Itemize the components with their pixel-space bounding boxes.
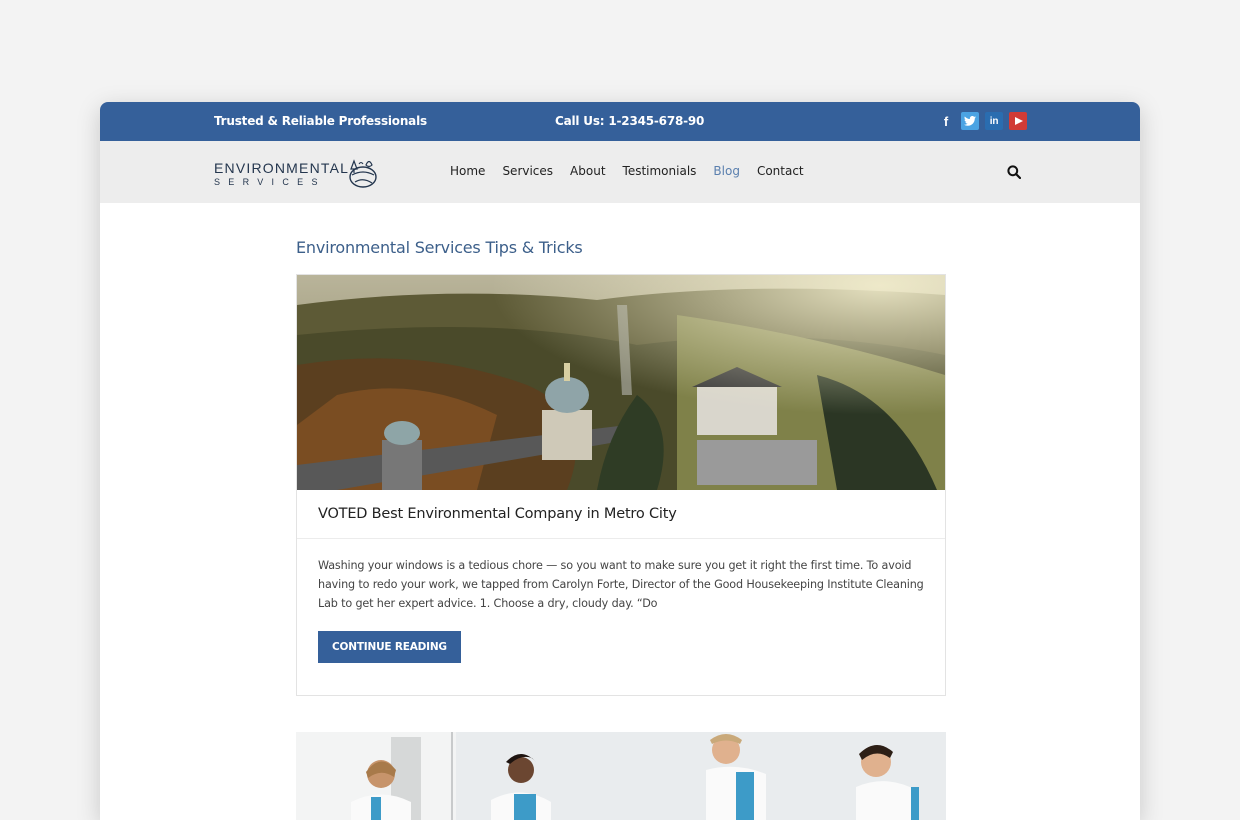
- post-title[interactable]: VOTED Best Environmental Company in Metr…: [297, 490, 945, 539]
- browser-window: Trusted & Reliable Professionals Call Us…: [100, 102, 1140, 820]
- continue-reading-button[interactable]: CONTINUE READING: [318, 631, 461, 663]
- page-title: Environmental Services Tips & Tricks: [296, 238, 583, 257]
- logo-text-line2: SERVICES: [214, 177, 326, 187]
- linkedin-icon[interactable]: in: [985, 112, 1003, 130]
- nav-item-testimonials[interactable]: Testimonials: [623, 164, 697, 178]
- nav-item-blog[interactable]: Blog: [713, 164, 740, 178]
- post-excerpt: Washing your windows is a tedious chore …: [318, 559, 924, 610]
- nav-item-contact[interactable]: Contact: [757, 164, 804, 178]
- nav-bar: ENVIRONMENTAL SERVICES Home Services Abo…: [100, 141, 1140, 203]
- blog-post-card: VOTED Best Environmental Company in Metr…: [296, 274, 946, 696]
- tagline: Trusted & Reliable Professionals: [214, 114, 427, 128]
- facebook-icon[interactable]: f: [937, 112, 955, 130]
- youtube-icon[interactable]: [1009, 112, 1027, 130]
- twitter-icon[interactable]: [961, 112, 979, 130]
- site-logo[interactable]: ENVIRONMENTAL SERVICES: [214, 157, 384, 191]
- main-content: Environmental Services Tips & Tricks VOT…: [296, 203, 946, 820]
- post-body: Washing your windows is a tedious chore …: [297, 539, 945, 695]
- post-featured-image[interactable]: [297, 275, 945, 490]
- search-icon[interactable]: [1007, 164, 1022, 183]
- nav-item-about[interactable]: About: [570, 164, 605, 178]
- nav-item-services[interactable]: Services: [502, 164, 553, 178]
- logo-text-line1: ENVIRONMENTAL: [214, 160, 350, 176]
- nav-item-home[interactable]: Home: [450, 164, 485, 178]
- main-menu: Home Services About Testimonials Blog Co…: [450, 164, 804, 178]
- blog-post-card-2-image[interactable]: [296, 732, 946, 820]
- logo-globe-icon: [349, 159, 377, 188]
- social-links: f in: [937, 112, 1027, 130]
- phone-number[interactable]: Call Us: 1-2345-678-90: [555, 114, 704, 128]
- top-bar: Trusted & Reliable Professionals Call Us…: [100, 102, 1140, 141]
